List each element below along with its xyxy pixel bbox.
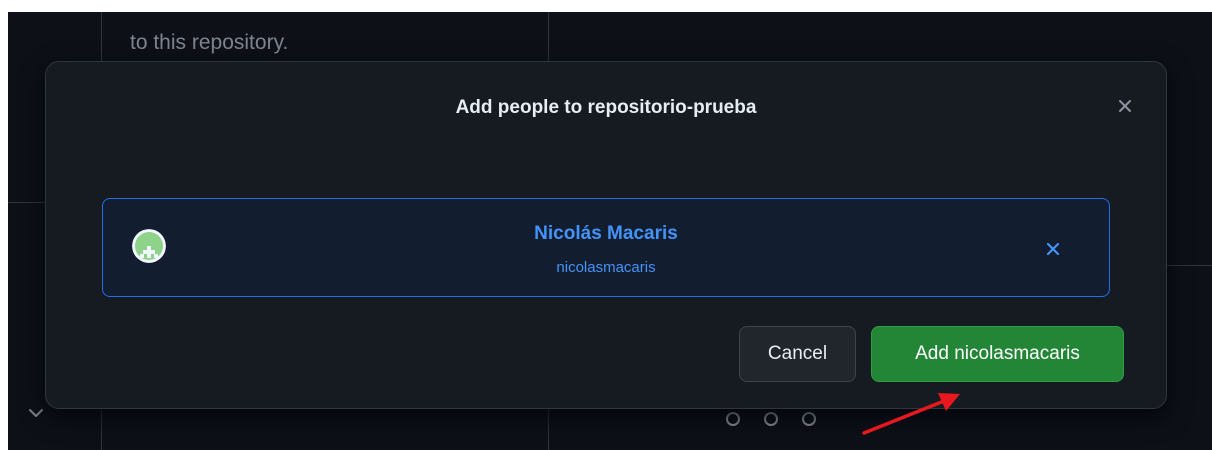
- background-text: to this repository.: [130, 31, 289, 54]
- loading-dot: [764, 412, 778, 426]
- user-full-name: Nicolás Macaris: [534, 223, 678, 244]
- remove-user-icon[interactable]: [1041, 237, 1065, 261]
- app-viewport: to this repository. Add people to reposi…: [8, 12, 1212, 450]
- close-icon[interactable]: [1112, 93, 1138, 119]
- user-login: nicolasmacaris: [556, 259, 656, 276]
- add-collaborator-button[interactable]: Add nicolasmacaris: [871, 326, 1124, 382]
- screenshot-frame: to this repository. Add people to reposi…: [0, 0, 1212, 450]
- annotation-arrow-icon: [862, 393, 960, 435]
- dialog-title: Add people to repositorio-prueba: [455, 97, 757, 118]
- add-people-dialog: Add people to repositorio-prueba Nicolás…: [45, 61, 1167, 409]
- loading-dots: [726, 412, 816, 426]
- selected-user-card: Nicolás Macaris nicolasmacaris: [102, 198, 1110, 297]
- cancel-button[interactable]: Cancel: [739, 326, 856, 382]
- chevron-down-icon[interactable]: [25, 402, 47, 424]
- loading-dot: [802, 412, 816, 426]
- loading-dot: [726, 412, 740, 426]
